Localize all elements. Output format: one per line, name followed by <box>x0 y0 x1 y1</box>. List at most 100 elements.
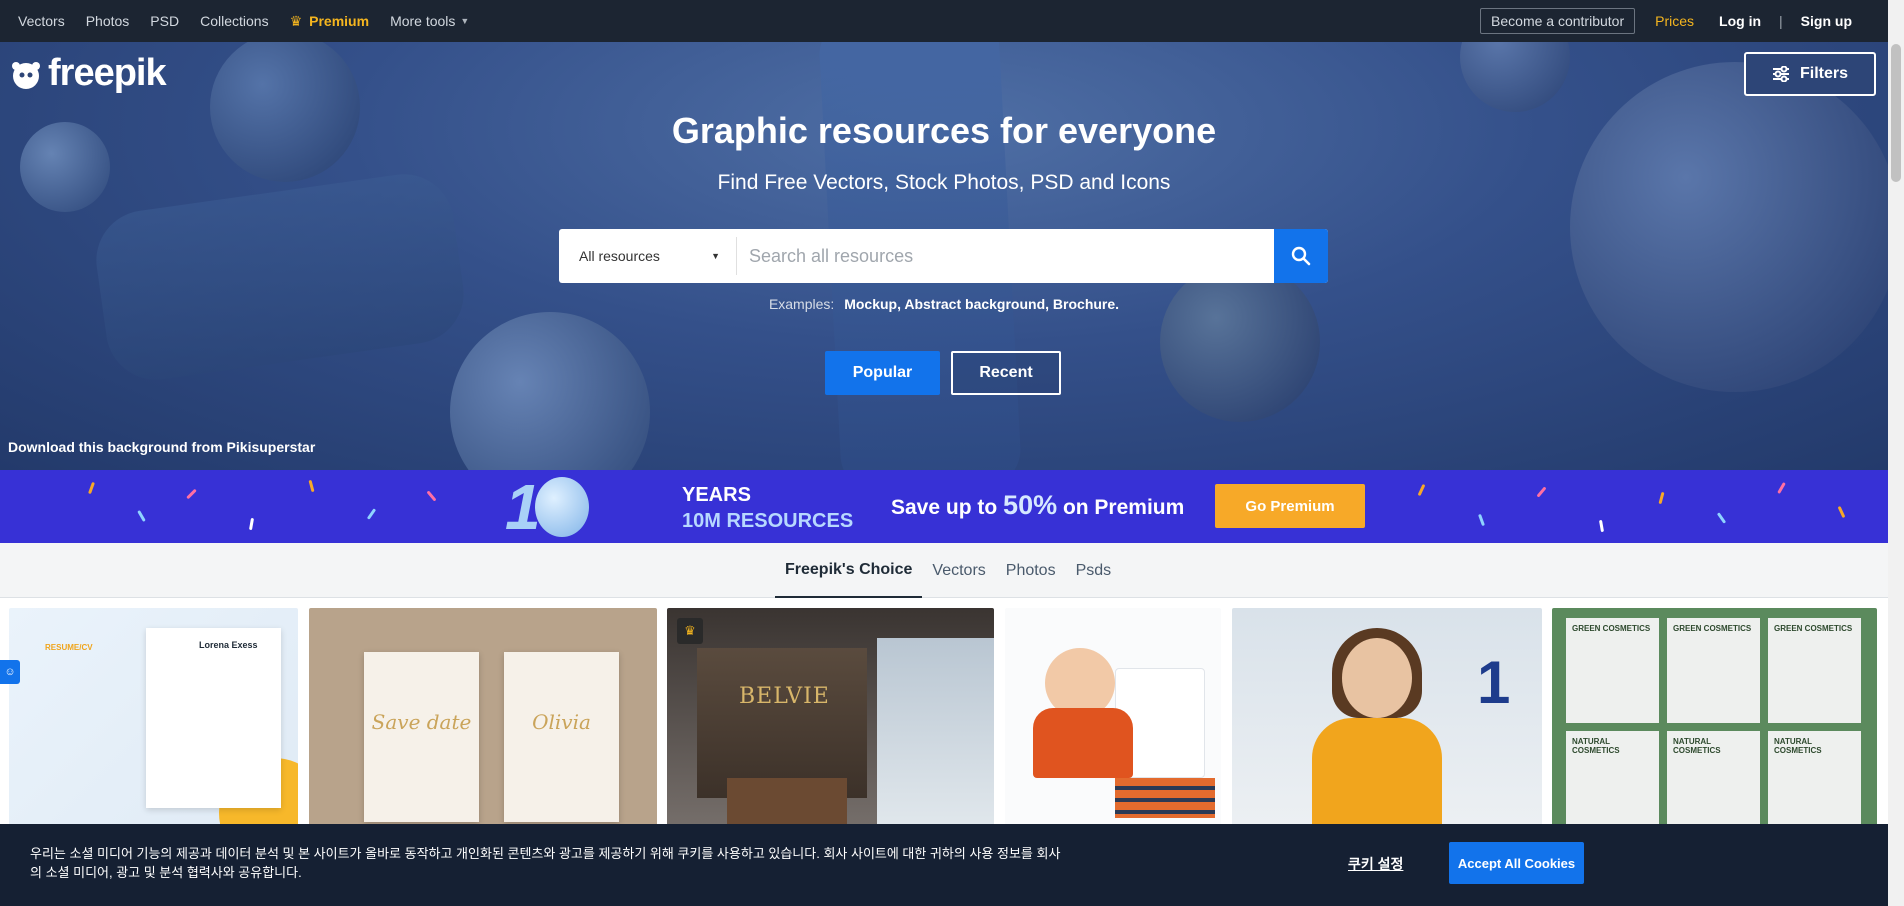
save-percent: 50% <box>1003 490 1058 520</box>
nav-separator: | <box>1779 13 1783 29</box>
confetti <box>1658 491 1665 505</box>
examples-links[interactable]: Mockup, Abstract background, Brochure. <box>844 296 1119 312</box>
filters-button[interactable]: Filters <box>1744 52 1876 96</box>
cosmetics-post: NATURAL COSMETICS <box>1768 731 1861 836</box>
balloon-zero <box>534 477 589 537</box>
tab-vectors[interactable]: Vectors <box>922 543 995 598</box>
thumbnail-cosmetics-posts[interactable]: GREEN COSMETICS GREEN COSMETICS GREEN CO… <box>1552 608 1877 848</box>
accept-cookies-button[interactable]: Accept All Cookies <box>1449 842 1584 884</box>
tab-psds[interactable]: Psds <box>1066 543 1122 598</box>
ten-years-graphic: 1 <box>505 474 589 540</box>
nav-left: Vectors Photos PSD Collections ♛ Premium… <box>18 13 490 30</box>
thumbnail-teacher-photo[interactable]: 1 <box>1232 608 1542 848</box>
top-nav: Vectors Photos PSD Collections ♛ Premium… <box>0 0 1904 42</box>
confetti <box>248 517 255 531</box>
search-button[interactable] <box>1274 229 1328 283</box>
tab-freepiks-choice[interactable]: Freepik's Choice <box>775 543 923 598</box>
mockup-logo-text: BELVIE <box>739 684 830 709</box>
filters-icon <box>1772 66 1789 82</box>
banner-years-label: YEARS <box>682 484 751 506</box>
illustration-body <box>1033 708 1133 778</box>
cosmetics-post: NATURAL COSMETICS <box>1667 731 1760 836</box>
page-subtitle: Find Free Vectors, Stock Photos, PSD and… <box>717 171 1171 194</box>
chevron-down-icon: ▼ <box>711 251 720 261</box>
confetti <box>1777 482 1786 494</box>
cosmetics-post: NATURAL COSMETICS <box>1566 731 1659 836</box>
resume-card <box>146 628 281 808</box>
confetti <box>1837 505 1846 519</box>
hero-sphere <box>1460 42 1570 112</box>
filters-label: Filters <box>1799 65 1848 82</box>
invitation-text: Olivia <box>532 710 591 734</box>
mockup-wall <box>697 648 867 798</box>
hero: freepik Filters Graphic resources for ev… <box>0 42 1888 470</box>
cosmetics-label: GREEN COSMETICS <box>1774 624 1853 633</box>
freepik-logo-icon <box>12 61 40 89</box>
become-contributor-button[interactable]: Become a contributor <box>1480 8 1636 34</box>
user-icon: ☺ <box>4 666 16 678</box>
logo-text: freepik <box>48 52 167 94</box>
nav-right: Become a contributor Prices Log in | Sig… <box>1480 0 1904 42</box>
promo-banner[interactable]: 1 YEARS 10M RESOURCES Save up to 50% on … <box>0 470 1888 543</box>
confetti <box>1478 513 1485 527</box>
nav-collections[interactable]: Collections <box>200 13 268 29</box>
save-suffix: on Premium <box>1062 496 1185 519</box>
chevron-down-icon: ▼ <box>460 16 470 26</box>
mockup-window <box>877 638 994 848</box>
confetti <box>1536 486 1547 498</box>
thumbnail-wedding-invitation[interactable]: Save date Olivia <box>309 608 657 848</box>
confetti <box>366 508 377 520</box>
resume-name: Lorena Exess <box>199 640 258 650</box>
scrollbar[interactable] <box>1888 0 1904 906</box>
login-link[interactable]: Log in <box>1719 13 1761 29</box>
confetti <box>308 479 315 493</box>
freepik-logo[interactable]: freepik <box>8 52 167 95</box>
hero-shape <box>89 167 471 387</box>
search-bar: All resources ▼ <box>559 229 1328 283</box>
page-title: Graphic resources for everyone <box>671 110 1217 151</box>
popular-button[interactable]: Popular <box>825 351 940 395</box>
crown-icon: ♛ <box>289 12 303 29</box>
invitation-card: Save date <box>364 652 479 822</box>
examples-label: Examples: <box>768 296 835 312</box>
cookie-message: 우리는 소셜 미디어 기능의 제공과 데이터 분석 및 본 사이트가 올바로 동… <box>30 846 1061 880</box>
search-icon <box>1291 246 1311 266</box>
nav-more-tools[interactable]: More tools ▼ <box>390 13 469 29</box>
cosmetics-label: GREEN COSMETICS <box>1673 624 1752 633</box>
feedback-tab[interactable]: ☺ <box>0 660 20 684</box>
cosmetics-grid: GREEN COSMETICS GREEN COSMETICS GREEN CO… <box>1566 618 1861 836</box>
confetti <box>1598 519 1605 533</box>
nav-vectors[interactable]: Vectors <box>18 13 65 29</box>
thumbnail-office-mockup[interactable]: BELVIE ♛ <box>667 608 994 848</box>
scrollbar-thumb[interactable] <box>1891 44 1901 182</box>
premium-crown-icon: ♛ <box>677 618 703 644</box>
thumbnail-resume[interactable]: RESUME/CV Lorena Exess <box>9 608 298 848</box>
cookie-banner: 우리는 소셜 미디어 기능의 제공과 데이터 분석 및 본 사이트가 올바로 동… <box>0 824 1888 906</box>
resource-type-value: All resources <box>579 248 660 264</box>
prices-link[interactable]: Prices <box>1655 13 1694 29</box>
content-tabs: Freepik's Choice Vectors Photos Psds <box>0 543 1888 598</box>
tab-photos[interactable]: Photos <box>996 543 1066 598</box>
resource-type-select[interactable]: All resources ▼ <box>559 237 737 275</box>
nav-photos[interactable]: Photos <box>86 13 130 29</box>
nav-psd[interactable]: PSD <box>150 13 179 29</box>
cosmetics-post: GREEN COSMETICS <box>1768 618 1861 723</box>
hero-sphere <box>450 312 650 470</box>
recent-button[interactable]: Recent <box>951 351 1061 395</box>
background-credit-link[interactable]: Download this background from Pikisupers… <box>8 439 315 455</box>
cosmetics-post: GREEN COSMETICS <box>1667 618 1760 723</box>
go-premium-button[interactable]: Go Premium <box>1215 484 1365 528</box>
illustration-books <box>1115 778 1215 818</box>
cookie-settings-link[interactable]: 쿠키 설정 <box>1348 854 1403 874</box>
cosmetics-label: NATURAL COSMETICS <box>1774 737 1822 755</box>
teacher-head <box>1342 638 1412 718</box>
resume-label: RESUME/CV <box>45 643 93 652</box>
nav-premium[interactable]: ♛ Premium <box>290 13 369 30</box>
search-examples: Examples: Mockup, Abstract background, B… <box>0 296 1888 312</box>
search-input[interactable] <box>737 229 1274 283</box>
cosmetics-label: GREEN COSMETICS <box>1572 624 1651 633</box>
signup-link[interactable]: Sign up <box>1801 13 1852 29</box>
confetti <box>88 481 95 495</box>
hero-sphere <box>1160 262 1320 422</box>
thumbnail-illustration[interactable] <box>1005 608 1221 848</box>
